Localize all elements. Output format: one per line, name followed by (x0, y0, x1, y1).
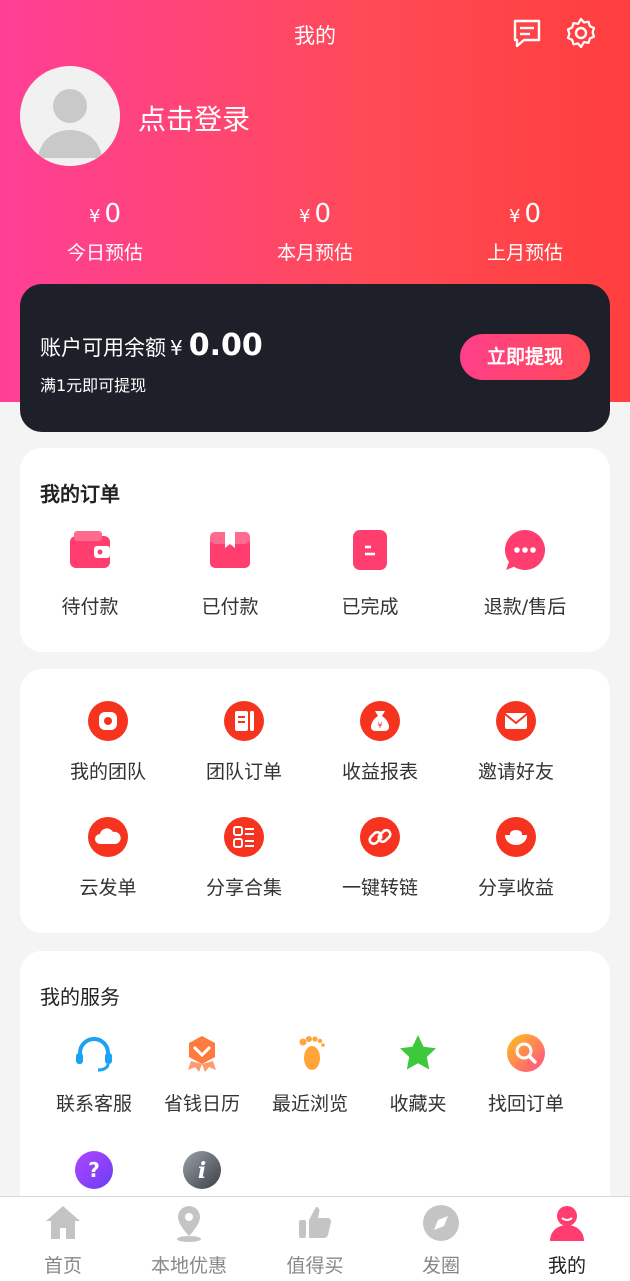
order-refund-aftersale[interactable]: 退款/售后 (460, 528, 590, 619)
tool-team-orders[interactable]: 团队订单 (176, 701, 312, 784)
bottom-tab-bar: 首页 本地优惠 值得买 发圈 我的 (0, 1196, 630, 1281)
service-about[interactable]: i (148, 1150, 256, 1190)
chat-bubble-icon (505, 530, 546, 570)
tool-earnings-report[interactable]: ¥ 收益报表 (312, 701, 448, 784)
avatar[interactable] (20, 66, 120, 166)
info-icon: i (183, 1151, 221, 1189)
search-order-icon (507, 1034, 545, 1072)
tool-cloud-post[interactable]: 云发单 (40, 817, 176, 900)
tab-worth-buying[interactable]: 值得买 (252, 1197, 378, 1281)
stat-today[interactable]: ¥0 今日预估 (0, 196, 210, 265)
team-icon (88, 701, 128, 741)
location-pin-icon (177, 1206, 201, 1242)
stat-label: 今日预估 (66, 242, 143, 264)
balance-label: 账户可用余额 ¥0.00 (40, 328, 263, 363)
gear-icon[interactable] (564, 16, 598, 50)
tab-home[interactable]: 首页 (0, 1197, 126, 1281)
package-icon (210, 532, 250, 568)
tab-moments[interactable]: 发圈 (378, 1197, 504, 1281)
tools-card: 我的团队 团队订单 ¥ 收益报表 邀请好友 云发单 分享合集 一键转链 分享收益 (20, 669, 610, 933)
wallet-icon (70, 531, 110, 568)
svg-text:¥: ¥ (377, 721, 382, 730)
cloud-icon (88, 817, 128, 857)
person-icon (550, 1206, 584, 1241)
service-customer-support[interactable]: 联系客服 (40, 1033, 148, 1116)
medal-icon (188, 1036, 216, 1072)
orders-title: 我的订单 (40, 482, 120, 506)
order-paid[interactable]: 已付款 (170, 528, 290, 619)
tool-my-team[interactable]: 我的团队 (40, 701, 176, 784)
thumbs-up-icon (299, 1207, 331, 1238)
orders-card: 我的订单 待付款 已付款 已完成 退款/售后 (20, 448, 610, 652)
order-doc-icon (224, 701, 264, 741)
order-pending-payment[interactable]: 待付款 (30, 528, 150, 619)
question-icon: ? (75, 1151, 113, 1189)
envelope-icon (496, 701, 536, 741)
tab-mine[interactable]: 我的 (504, 1197, 630, 1281)
balance-note: 满1元即可提现 (40, 376, 147, 395)
balance-card: 账户可用余额 ¥0.00 满1元即可提现 立即提现 (20, 284, 610, 432)
login-link[interactable]: 点击登录 (138, 98, 250, 138)
svg-text:i: i (198, 1158, 206, 1184)
svg-text:?: ? (88, 1158, 100, 1182)
list-icon (224, 817, 264, 857)
ingot-icon (496, 817, 536, 857)
receipt-icon (353, 530, 387, 570)
star-icon (400, 1035, 436, 1070)
stat-label: 上月预估 (486, 242, 563, 264)
tool-one-click-link[interactable]: 一键转链 (312, 817, 448, 900)
service-retrieve-order[interactable]: 找回订单 (472, 1033, 580, 1116)
stat-month[interactable]: ¥0 本月预估 (210, 196, 420, 265)
order-completed[interactable]: 已完成 (310, 528, 430, 619)
tool-invite-friends[interactable]: 邀请好友 (448, 701, 584, 784)
stat-value: ¥0 (89, 199, 121, 229)
stat-label: 本月预估 (276, 242, 353, 264)
stat-value: ¥0 (509, 199, 541, 229)
home-icon (46, 1206, 80, 1239)
headset-icon (76, 1037, 112, 1072)
service-savings-calendar[interactable]: 省钱日历 (148, 1033, 256, 1116)
money-bag-icon: ¥ (360, 701, 400, 741)
footprint-icon (299, 1036, 325, 1070)
avatar-placeholder-icon (20, 66, 120, 166)
service-help[interactable]: ? (40, 1150, 148, 1190)
tool-share-earnings[interactable]: 分享收益 (448, 817, 584, 900)
balance-amount: 0.00 (188, 328, 263, 363)
stat-value: ¥0 (299, 199, 331, 229)
service-recent-browsing[interactable]: 最近浏览 (256, 1033, 364, 1116)
services-title: 我的服务 (40, 985, 120, 1009)
stat-last-month[interactable]: ¥0 上月预估 (420, 196, 630, 265)
message-icon[interactable] (510, 16, 544, 50)
tab-local-deals[interactable]: 本地优惠 (126, 1197, 252, 1281)
tool-share-collection[interactable]: 分享合集 (176, 817, 312, 900)
compass-icon (423, 1205, 459, 1241)
withdraw-button[interactable]: 立即提现 (460, 334, 590, 380)
link-icon (360, 817, 400, 857)
service-favorites[interactable]: 收藏夹 (364, 1033, 472, 1116)
